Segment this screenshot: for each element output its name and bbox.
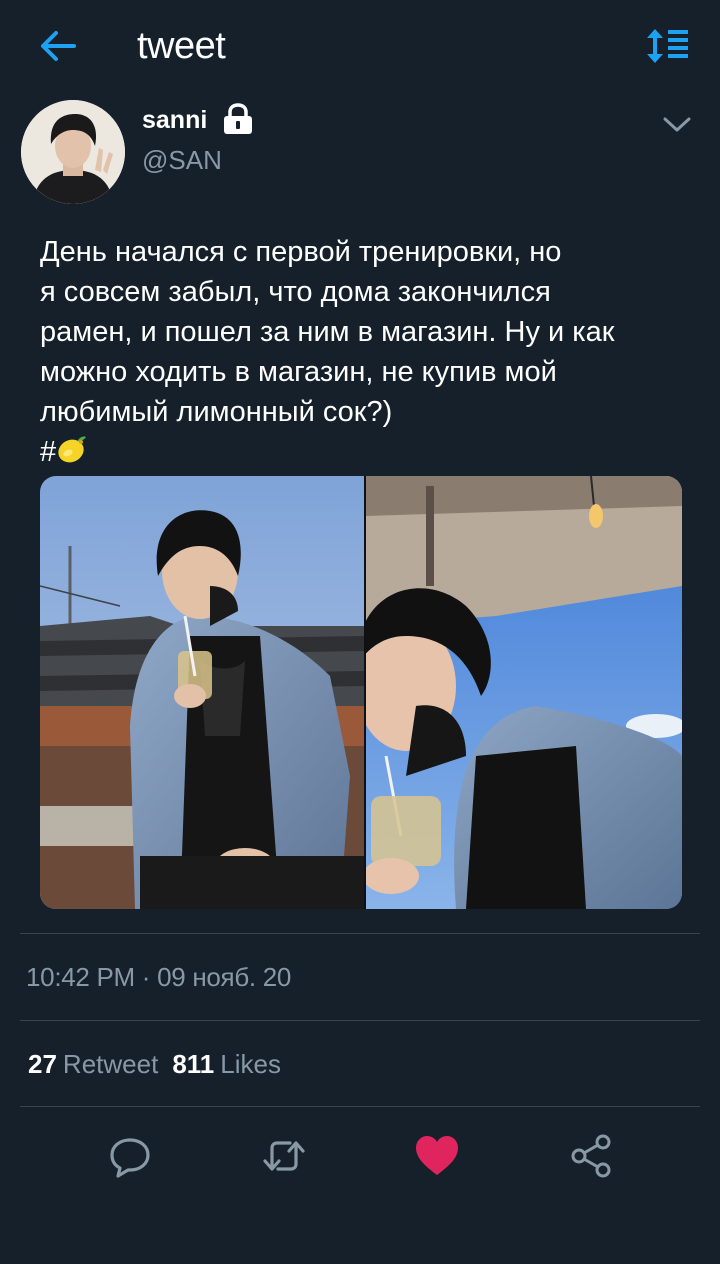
like-button[interactable] xyxy=(413,1132,461,1180)
top-bar: tweet xyxy=(0,0,720,92)
page-title: tweet xyxy=(137,25,226,67)
tweet-body: День начался с первой тренировки, но я с… xyxy=(40,236,615,428)
arrow-left-icon xyxy=(41,31,76,61)
hashtag-symbol: # xyxy=(40,436,57,468)
likes-stat[interactable]: 811 Likes xyxy=(172,1049,295,1079)
reply-icon xyxy=(110,1138,150,1178)
likes-label: Likes xyxy=(220,1049,281,1079)
photo-right[interactable] xyxy=(366,476,682,909)
share-icon xyxy=(571,1134,611,1178)
reply-button[interactable] xyxy=(106,1132,154,1180)
avatar-image xyxy=(21,100,125,204)
lemon-icon xyxy=(56,433,88,476)
tweet-text: День начался с первой тренировки, но я с… xyxy=(40,232,690,476)
user-name[interactable]: sanni xyxy=(142,106,207,135)
divider xyxy=(20,933,700,934)
retweets-label: Retweet xyxy=(62,1049,159,1079)
retweets-count: 27 xyxy=(28,1049,57,1079)
retweet-icon xyxy=(263,1141,305,1171)
photo-left[interactable] xyxy=(40,476,364,909)
user-handle[interactable]: @SAN xyxy=(142,145,222,176)
hashtag[interactable]: # xyxy=(40,436,88,468)
likes-count: 811 xyxy=(172,1049,215,1079)
divider xyxy=(20,1020,700,1021)
retweet-button[interactable] xyxy=(260,1132,308,1180)
divider xyxy=(20,1106,700,1107)
avatar[interactable] xyxy=(21,100,125,204)
retweets-stat[interactable]: 27 Retweet xyxy=(28,1049,172,1079)
share-button[interactable] xyxy=(567,1132,615,1180)
sort-button[interactable] xyxy=(646,26,692,66)
back-button[interactable] xyxy=(36,24,80,68)
lock-icon xyxy=(219,102,257,136)
heart-icon xyxy=(416,1136,458,1175)
tweet-timestamp: 10:42 PM · 09 нояб. 20 xyxy=(26,962,292,992)
sort-list-icon xyxy=(647,29,688,63)
tweet-media xyxy=(40,476,682,909)
chevron-down-icon xyxy=(663,117,691,132)
tweet-stats: 27 Retweet 811 Likes xyxy=(28,1049,295,1080)
tweet-menu-button[interactable] xyxy=(660,110,694,138)
